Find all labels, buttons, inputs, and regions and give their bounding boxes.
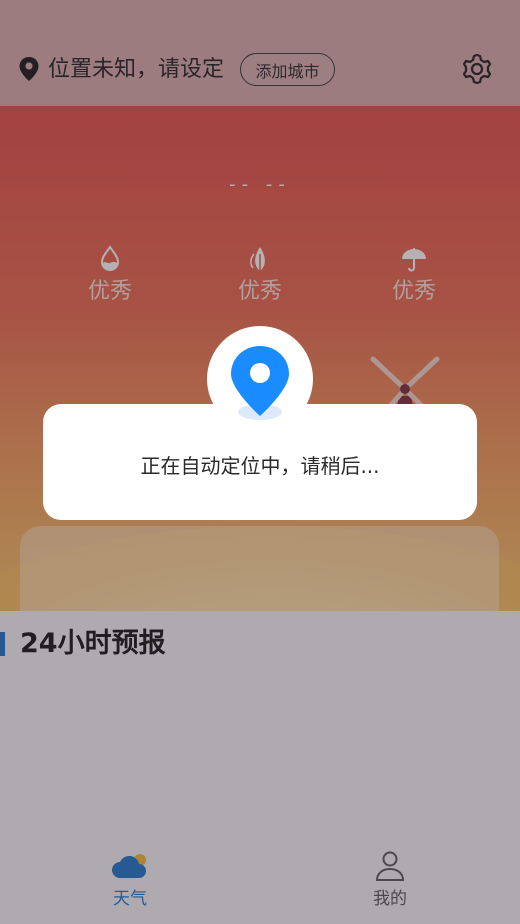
location-badge — [207, 326, 313, 432]
map-pin-icon — [231, 346, 289, 420]
